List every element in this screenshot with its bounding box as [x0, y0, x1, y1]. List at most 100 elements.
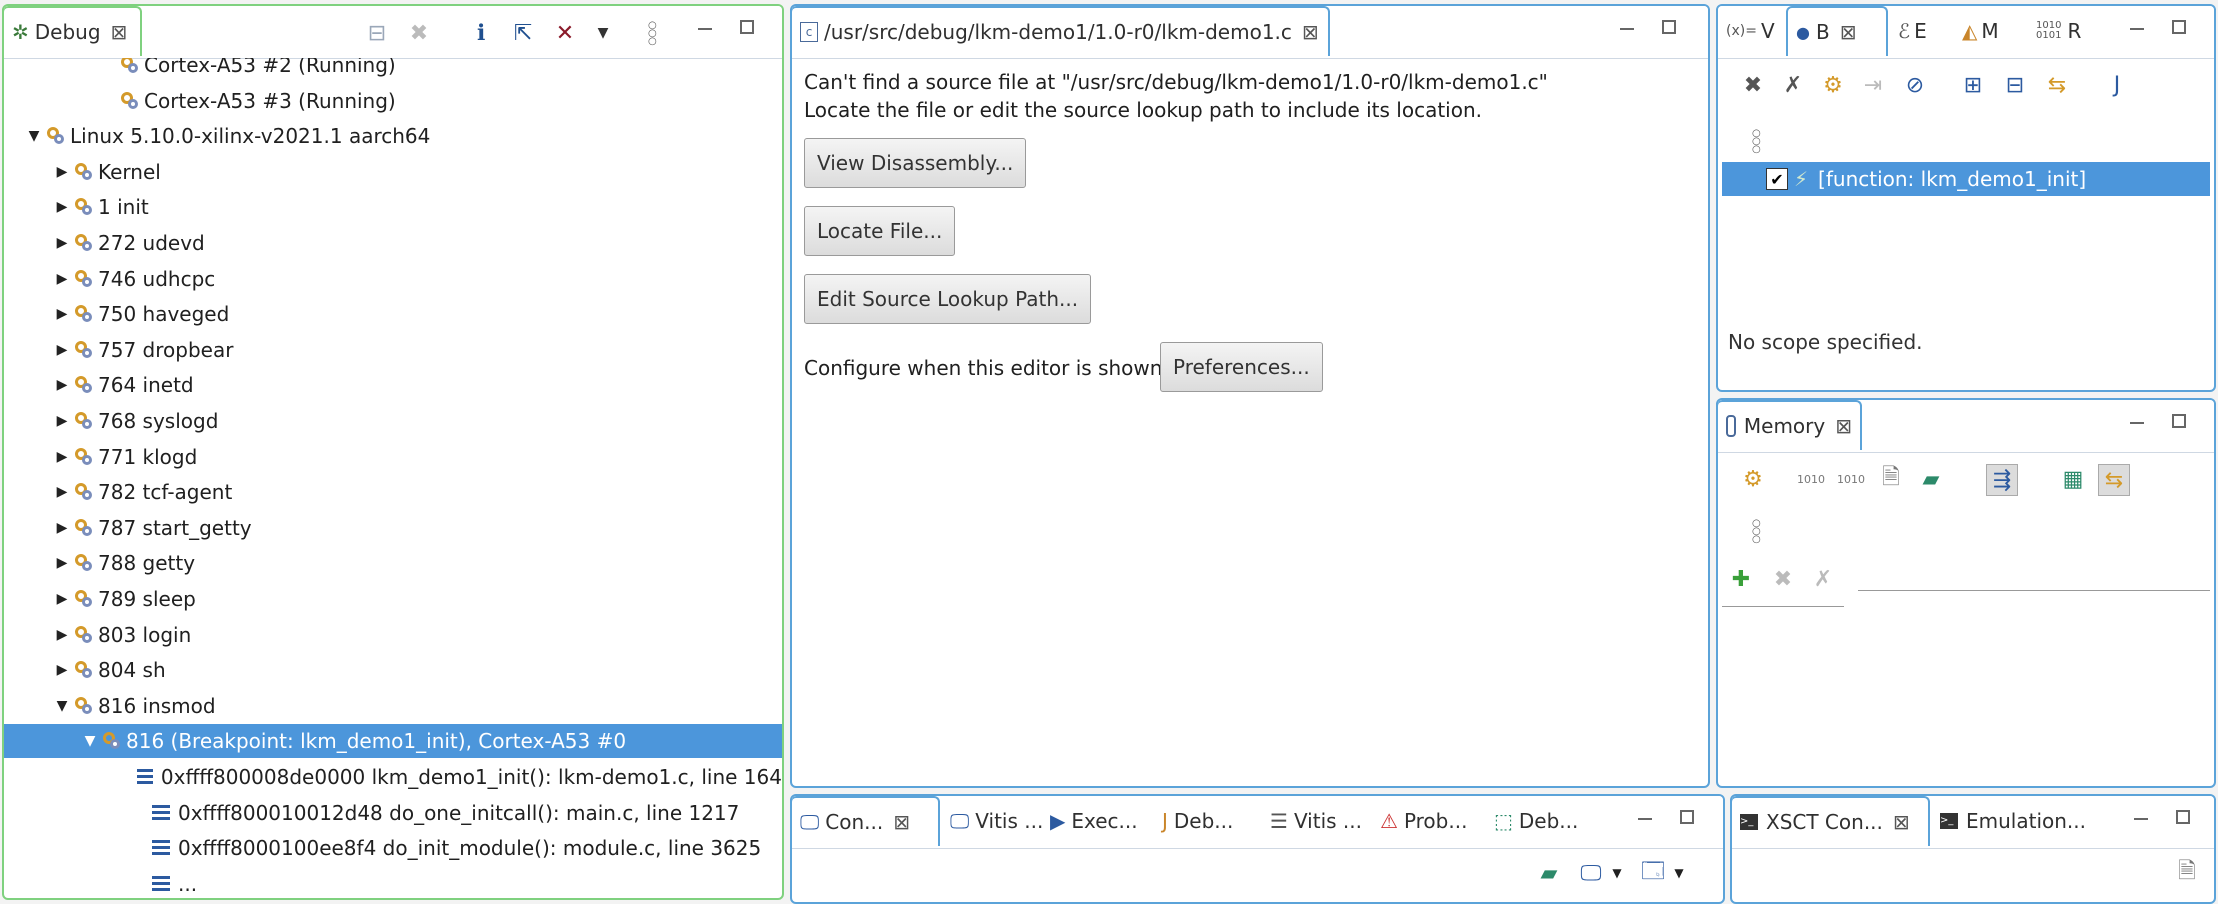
expand-twisty-icon[interactable]: ▶: [52, 482, 72, 502]
link-memory-icon[interactable]: ⇶: [1986, 464, 2018, 496]
minimize-icon[interactable]: [1620, 28, 1634, 30]
add-memory-monitor-icon[interactable]: ✚: [1726, 564, 1756, 594]
debug-tree-row[interactable]: Cortex-A53 #3 (Running): [4, 84, 782, 118]
remove-all-memory-monitors-icon[interactable]: ✗: [1808, 564, 1838, 594]
bottom-tab[interactable]: ⚠ Prob...: [1372, 796, 1482, 846]
minimize-icon[interactable]: [2130, 28, 2144, 30]
locate-file-button[interactable]: Locate File...: [804, 206, 956, 256]
maximize-icon[interactable]: [2172, 20, 2186, 34]
new-memory-monitor-icon[interactable]: ⚙: [1738, 464, 1768, 494]
tab-memory[interactable]: Memory ⊠: [1718, 400, 1862, 450]
clear-console-icon[interactable]: 🗎: [2172, 858, 2202, 888]
edit-source-lookup-button[interactable]: Edit Source Lookup Path...: [804, 274, 1092, 324]
tab-emulation-console[interactable]: >_ Emulation...: [1932, 796, 2112, 846]
dropdown-arrow-icon[interactable]: ▼: [588, 18, 618, 48]
expand-twisty-icon[interactable]: ▶: [52, 162, 72, 182]
maximize-icon[interactable]: [2176, 810, 2190, 824]
view-menu-icon[interactable]: ○ ○ ○: [1752, 519, 1761, 545]
collapse-twisty-icon[interactable]: ▼: [24, 126, 44, 146]
open-in-new-view-icon[interactable]: ▰: [1916, 464, 1946, 494]
toggle-split-pane-icon[interactable]: ▦: [2058, 464, 2088, 494]
tab-breakpoints[interactable]: ● B ⊠: [1786, 6, 1888, 56]
collapse-twisty-icon[interactable]: ▼: [80, 731, 100, 751]
view-disassembly-button[interactable]: View Disassembly...: [804, 138, 1027, 188]
tab-modules[interactable]: ◭ M: [1954, 6, 2024, 56]
tab-source-file[interactable]: c /usr/src/debug/lkm-demo1/1.0-r0/lkm-de…: [792, 6, 1330, 56]
expand-twisty-icon[interactable]: ▶: [52, 233, 72, 253]
expand-twisty-icon[interactable]: ▶: [52, 340, 72, 360]
skip-all-breakpoints-icon[interactable]: ⊘: [1900, 70, 1930, 100]
maximize-icon[interactable]: [1662, 20, 1676, 34]
expand-twisty-icon[interactable]: ▶: [52, 197, 72, 217]
debug-tree-row[interactable]: ▶ Kernel: [4, 155, 782, 189]
tab-registers[interactable]: 1010 0101 R: [2028, 6, 2098, 56]
java-exception-breakpoint-icon[interactable]: J: [2102, 70, 2132, 100]
debug-tree-row[interactable]: ▶ 746 udhcpc: [4, 262, 782, 296]
tab-variables[interactable]: (x)= V: [1718, 6, 1788, 56]
toggle-memory-monitors-icon[interactable]: ⇆: [2098, 464, 2130, 496]
expand-twisty-icon[interactable]: ▶: [52, 269, 72, 289]
view-menu-icon[interactable]: ○ ○ ○: [648, 21, 657, 47]
bottom-tab[interactable]: J Deb...: [1154, 796, 1258, 846]
expand-twisty-icon[interactable]: ▶: [52, 625, 72, 645]
breakpoint-row[interactable]: ✔ ⚡ [function: lkm_demo1_init]: [1722, 162, 2210, 196]
tab-expressions[interactable]: ℰ E: [1890, 6, 1954, 56]
debug-tree-row[interactable]: ▶ 272 udevd: [4, 226, 782, 260]
remove-breakpoint-icon[interactable]: ✖: [1738, 70, 1768, 100]
debug-tree-row[interactable]: 0xffff8000100ee8f4 do_init_module(): mod…: [4, 831, 782, 865]
remove-all-breakpoints-icon[interactable]: ✗: [1778, 70, 1808, 100]
breakpoint-checkbox[interactable]: ✔: [1766, 168, 1788, 190]
close-icon[interactable]: ⊠: [111, 20, 128, 44]
debug-tree-row[interactable]: ▶ 768 syslogd: [4, 404, 782, 438]
debug-tree-row[interactable]: 0xffff800008de0000 lkm_demo1_init(): lkm…: [4, 760, 782, 794]
link-with-debug-view-icon[interactable]: ⇆: [2042, 70, 2072, 100]
debug-tree-row[interactable]: 0xffff800010012d48 do_one_initcall(): ma…: [4, 796, 782, 830]
expand-twisty-icon[interactable]: ▶: [52, 553, 72, 573]
export-memory-icon[interactable]: 1010: [1836, 464, 1866, 494]
debug-tree-row[interactable]: ▼ 816 insmod: [4, 689, 782, 723]
debug-tree-row[interactable]: ▶ 771 klogd: [4, 440, 782, 474]
close-icon[interactable]: ⊠: [1840, 20, 1857, 44]
debug-tree-row[interactable]: ▼ 816 (Breakpoint: lkm_demo1_init), Corte…: [4, 724, 782, 759]
pin-console-icon[interactable]: ▰: [1534, 858, 1564, 888]
maximize-icon[interactable]: [1680, 810, 1694, 824]
debug-tree-row[interactable]: ▶ 789 sleep: [4, 582, 782, 616]
tab-debug[interactable]: ✲ Debug ⊠: [4, 6, 142, 56]
debug-tree-row[interactable]: ▼ Linux 5.10.0-xilinx-v2021.1 aarch64: [4, 119, 782, 153]
minimize-icon[interactable]: [1638, 818, 1652, 820]
debug-tree-row[interactable]: ▶ 782 tcf-agent: [4, 475, 782, 509]
collapse-twisty-icon[interactable]: ▼: [52, 696, 72, 716]
remove-memory-monitor-icon[interactable]: ✖: [1768, 564, 1798, 594]
new-rendering-icon[interactable]: 🗎: [1876, 464, 1906, 494]
maximize-icon[interactable]: [740, 20, 754, 34]
step-into-icon[interactable]: ℹ: [466, 18, 496, 48]
expand-twisty-icon[interactable]: ▶: [52, 660, 72, 680]
minimize-icon[interactable]: [2134, 818, 2148, 820]
collapse-all-icon[interactable]: ⊟: [2000, 70, 2030, 100]
debug-tree-row[interactable]: ▶ 757 dropbear: [4, 333, 782, 367]
debug-tree-row[interactable]: ...: [4, 867, 782, 898]
debug-tree-row[interactable]: ▶ 1 init: [4, 190, 782, 224]
bottom-tab[interactable]: 🖵 Vitis ...: [942, 796, 1043, 846]
close-icon[interactable]: ⊠: [1835, 414, 1852, 438]
expand-twisty-icon[interactable]: ▶: [52, 518, 72, 538]
debug-tree-row[interactable]: Cortex-A53 #2 (Running): [4, 58, 782, 82]
debug-tree-row[interactable]: ▶ 787 start_getty: [4, 511, 782, 545]
dropdown-arrow-icon[interactable]: ▼: [1602, 858, 1632, 888]
debug-tree-row[interactable]: ▶ 804 sh: [4, 653, 782, 687]
expand-twisty-icon[interactable]: ▶: [52, 304, 72, 324]
bottom-tab[interactable]: 🖵 Con... ⊠: [792, 796, 940, 846]
debug-tree-row[interactable]: ▶ 803 login: [4, 618, 782, 652]
expand-twisty-icon[interactable]: ▶: [52, 375, 72, 395]
expand-twisty-icon[interactable]: ▶: [52, 589, 72, 609]
expand-twisty-icon[interactable]: ▶: [52, 411, 72, 431]
bottom-tab[interactable]: ▶ Exec...: [1042, 796, 1150, 846]
debug-tree-row[interactable]: ▶ 788 getty: [4, 546, 782, 580]
expand-all-icon[interactable]: ⊞: [1958, 70, 1988, 100]
expand-twisty-icon[interactable]: ▶: [52, 447, 72, 467]
minimize-icon[interactable]: [2130, 422, 2144, 424]
import-memory-icon[interactable]: 1010: [1796, 464, 1826, 494]
step-return-icon[interactable]: ⇱: [508, 18, 538, 48]
bottom-tab[interactable]: ☰ Vitis ...: [1262, 796, 1368, 846]
remove-all-terminated-icon[interactable]: ✖: [404, 18, 434, 48]
